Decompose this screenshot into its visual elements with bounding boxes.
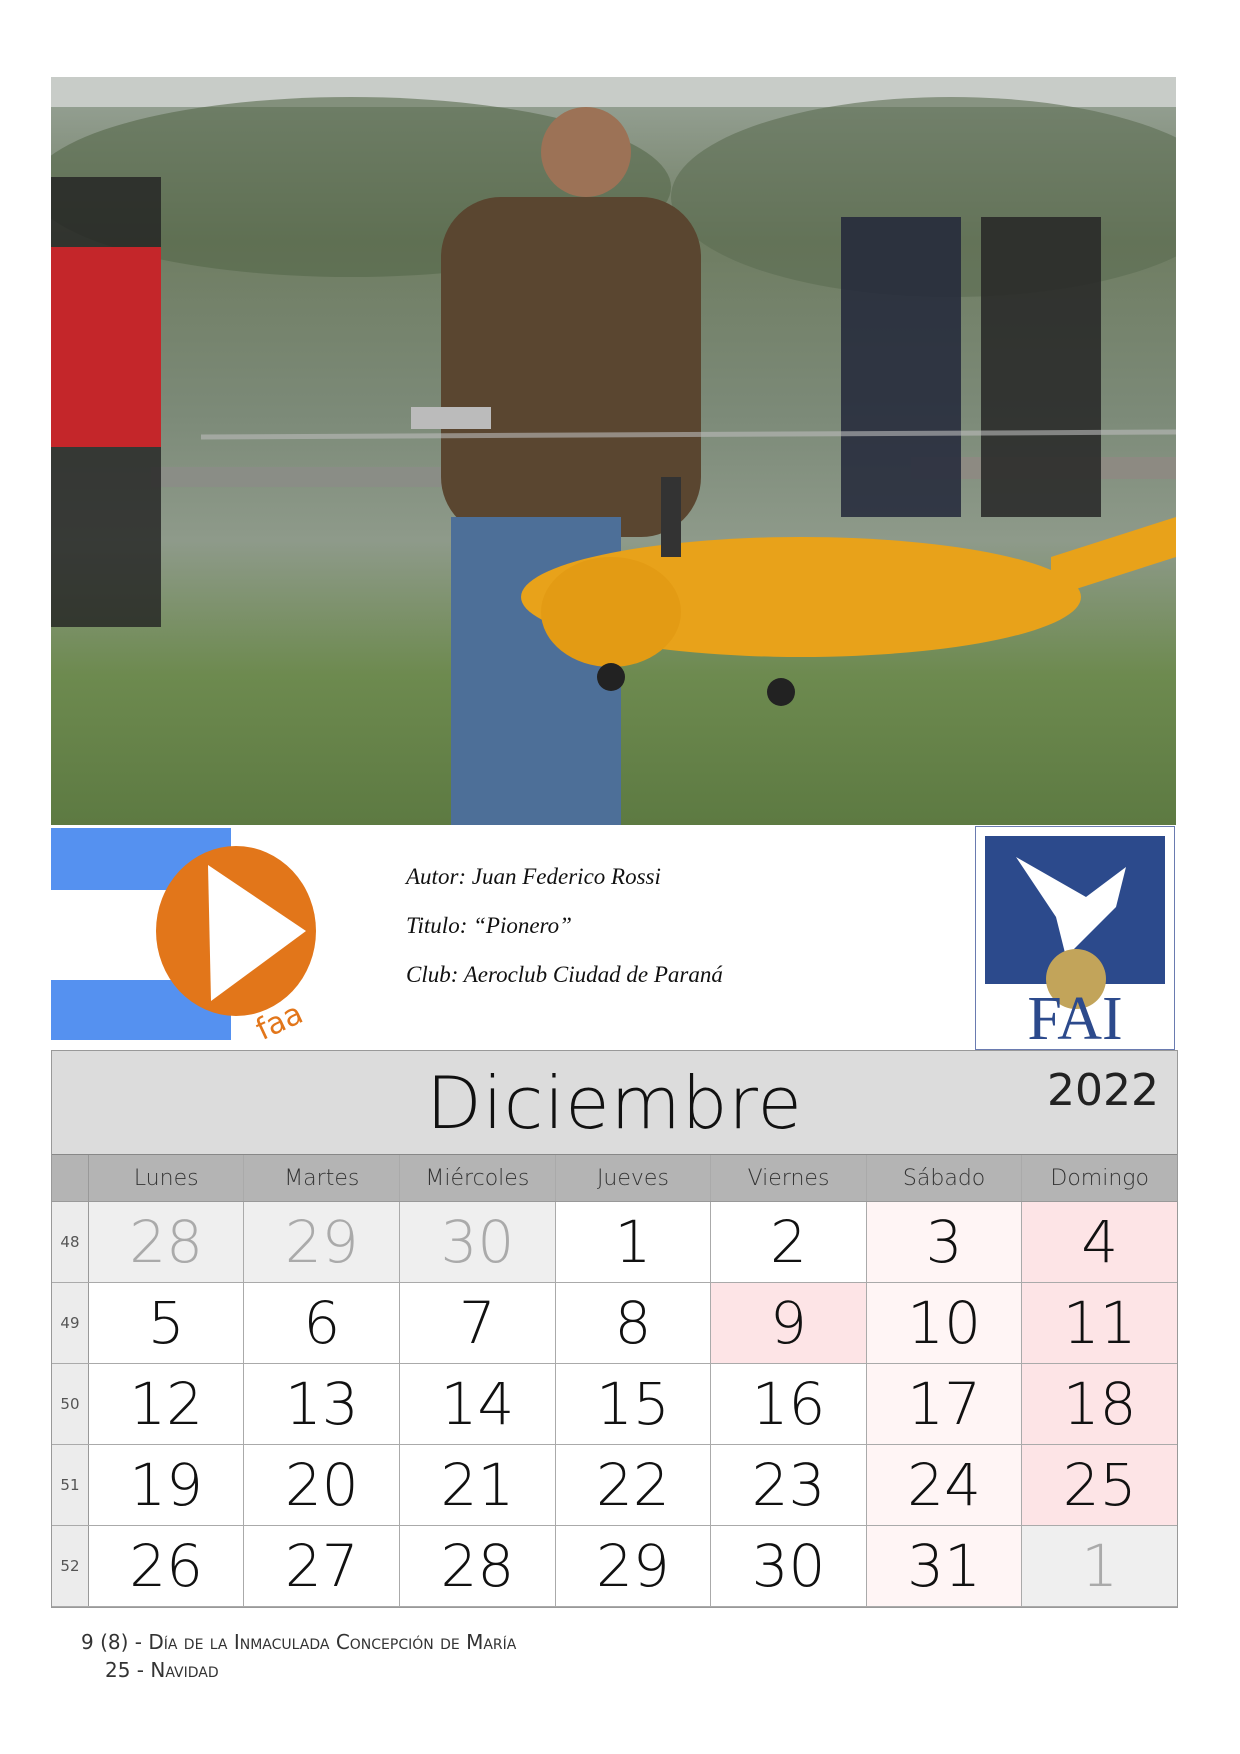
day-cell: 31 — [866, 1526, 1023, 1606]
weekday-header: Lunes Martes Miércoles Jueves Viernes Sá… — [52, 1155, 1177, 1202]
day-cell: 16 — [711, 1364, 867, 1444]
year: 2022 — [1047, 1065, 1159, 1116]
weekday-label: Viernes — [711, 1155, 867, 1201]
day-cell: 20 — [244, 1445, 401, 1525]
weekday-label: Lunes — [89, 1155, 245, 1201]
day-cell: 11 — [1022, 1283, 1177, 1363]
week-row: 52 26 27 28 29 30 31 1 — [52, 1526, 1177, 1607]
day-cell: 1 — [1022, 1526, 1177, 1606]
week-number: 49 — [52, 1283, 89, 1363]
svg-text:FAI: FAI — [1027, 985, 1122, 1049]
weekday-label: Sábado — [867, 1155, 1023, 1201]
day-cell: 15 — [556, 1364, 712, 1444]
weekday-label: Miércoles — [400, 1155, 556, 1201]
day-cell: 26 — [89, 1526, 245, 1606]
weekday-label: Jueves — [556, 1155, 712, 1201]
weekday-label: Domingo — [1050, 1165, 1149, 1191]
week-number-header — [52, 1155, 89, 1201]
day-cell: 7 — [400, 1283, 556, 1363]
month-name: Diciembre — [426, 1061, 803, 1145]
week-row: 51 19 20 21 22 23 24 25 — [52, 1445, 1177, 1526]
day-cell: 29 — [244, 1202, 401, 1282]
day-cell: 17 — [866, 1364, 1023, 1444]
day-cell: 12 — [89, 1364, 245, 1444]
day-cell: 30 — [400, 1202, 556, 1282]
week-row: 48 28 29 30 1 2 3 4 — [52, 1202, 1177, 1283]
day-cell: 6 — [244, 1283, 401, 1363]
day-cell: 10 — [866, 1283, 1023, 1363]
day-cell: 23 — [711, 1445, 867, 1525]
day-cell: 8 — [556, 1283, 712, 1363]
day-cell: 1 — [556, 1202, 712, 1282]
holiday-note: 25 - Navidad — [105, 1658, 219, 1682]
week-number: 52 — [52, 1526, 89, 1606]
week-row: 50 12 13 14 15 16 17 18 — [52, 1364, 1177, 1445]
day-cell: 4 — [1022, 1202, 1177, 1282]
cover-photo — [51, 77, 1176, 825]
day-cell: 27 — [244, 1526, 401, 1606]
week-number: 50 — [52, 1364, 89, 1444]
fai-logo: FAI — [975, 826, 1175, 1053]
holiday-notes: 9 (8) - Día de la Inmaculada Concepción … — [81, 1628, 516, 1684]
day-cell: 24 — [866, 1445, 1023, 1525]
day-cell: 25 — [1022, 1445, 1177, 1525]
week-number: 48 — [52, 1202, 89, 1282]
day-cell: 29 — [556, 1526, 712, 1606]
day-cell: 19 — [89, 1445, 245, 1525]
day-cell: 5 — [89, 1283, 245, 1363]
day-cell: 14 — [400, 1364, 556, 1444]
calendar: Diciembre 2022 Lunes Martes Miércoles Ju… — [51, 1050, 1178, 1608]
day-cell: 13 — [244, 1364, 401, 1444]
day-cell: 22 — [556, 1445, 712, 1525]
month-header: Diciembre 2022 — [52, 1051, 1177, 1155]
day-cell: 28 — [400, 1526, 556, 1606]
day-cell: 18 — [1022, 1364, 1177, 1444]
day-cell: 3 — [866, 1202, 1023, 1282]
day-cell: 9 — [711, 1283, 867, 1363]
club-label: Club: Aeroclub Ciudad de Paraná — [406, 962, 723, 987]
day-cell: 30 — [711, 1526, 867, 1606]
faa-logo: faa — [51, 828, 321, 1048]
helicopter-photo-illustration — [51, 77, 1176, 825]
day-cell: 2 — [711, 1202, 867, 1282]
weekday-label: Martes — [244, 1155, 401, 1201]
title-label: Titulo: “Pionero” — [406, 913, 572, 938]
week-number: 51 — [52, 1445, 89, 1525]
day-cell: 28 — [88, 1202, 245, 1282]
author-label: Autor: Juan Federico Rossi — [406, 864, 661, 889]
photo-credits: Autor: Juan Federico Rossi Titulo: “Pion… — [406, 862, 723, 1009]
week-row: 49 5 6 7 8 9 10 11 — [52, 1283, 1177, 1364]
day-cell: 21 — [400, 1445, 556, 1525]
holiday-note: 9 (8) - Día de la Inmaculada Concepción … — [81, 1630, 517, 1654]
